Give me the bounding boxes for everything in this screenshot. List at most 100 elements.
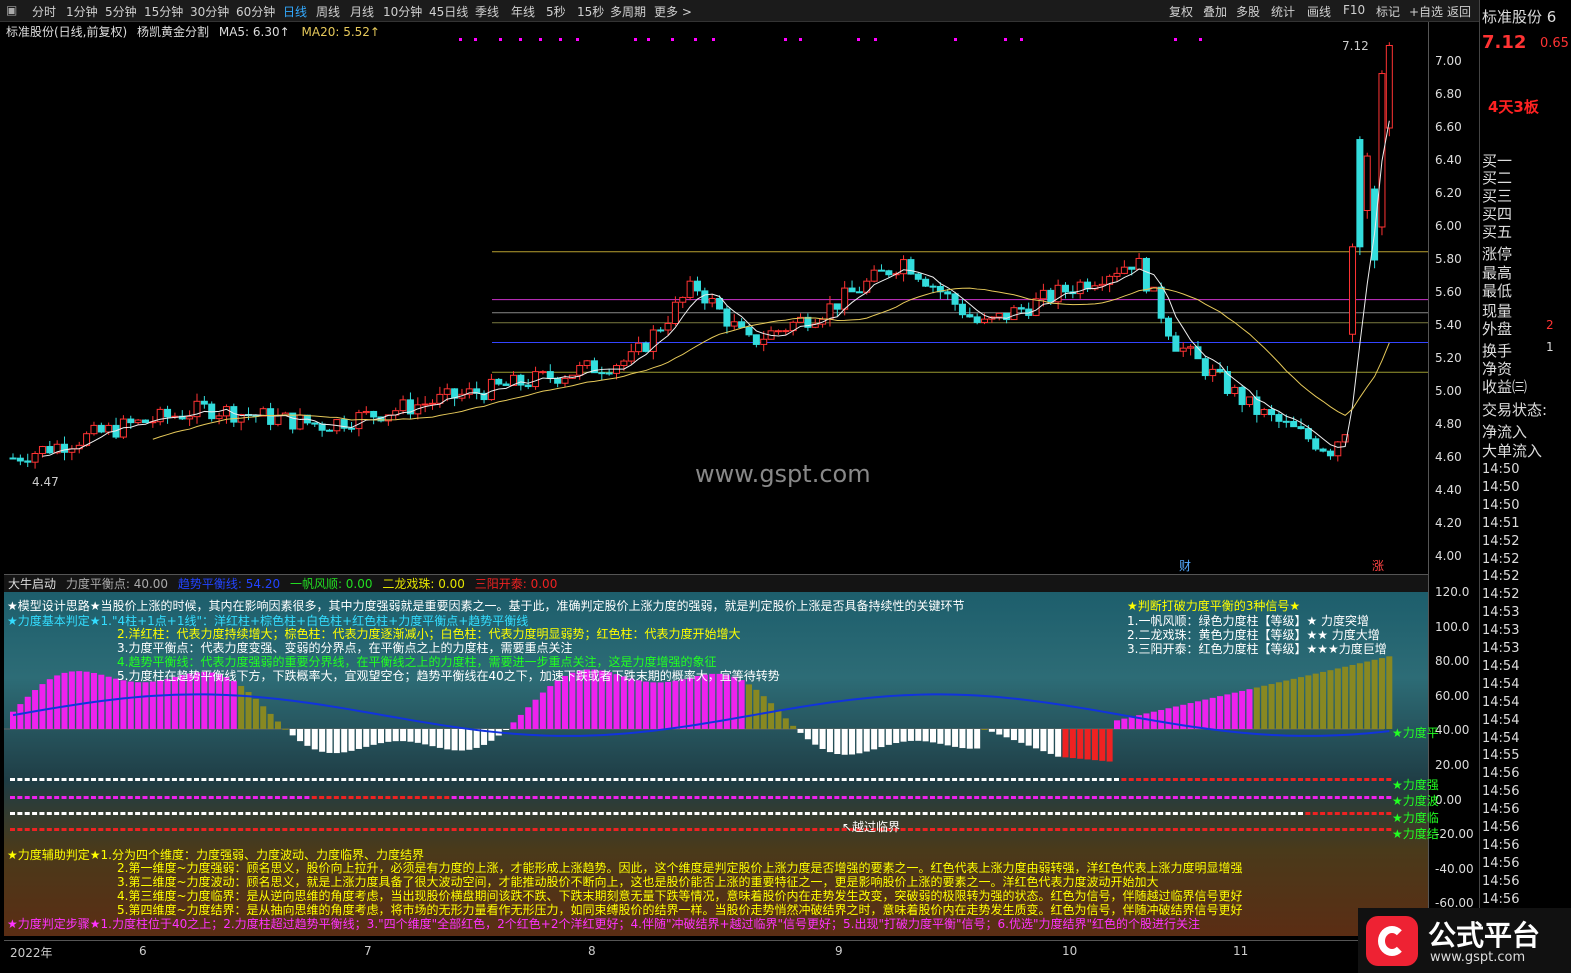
period-tab[interactable]: 年线	[511, 3, 535, 20]
dimension-dot	[981, 812, 987, 815]
indicator-panel[interactable]: ★模型设计思路★当股价上涨的时候，其内在影响因素很多，其中力度强弱就是重要因素之…	[4, 592, 1439, 936]
dimension-dot	[1312, 828, 1318, 831]
period-tab[interactable]: 周线	[316, 3, 340, 20]
tool-button[interactable]: F10	[1343, 3, 1365, 17]
dimension-dot	[120, 812, 126, 815]
signal-3: 3.三阳开泰：红色力度柱【等级】★★★力度巨增	[1127, 642, 1387, 656]
tool-button[interactable]: 统计	[1271, 3, 1295, 20]
strength-bar	[1378, 658, 1385, 729]
tool-button[interactable]: 复权	[1169, 3, 1193, 20]
strength-bar	[171, 676, 178, 729]
tool-button[interactable]: 标记	[1376, 3, 1400, 20]
strength-bar	[1091, 729, 1098, 761]
strength-bar	[378, 729, 384, 744]
period-tab[interactable]: 月线	[350, 3, 374, 20]
dimension-dot	[1180, 828, 1186, 831]
dimension-dot	[1062, 828, 1068, 831]
candle-body	[885, 270, 893, 276]
period-tab[interactable]: 更多 >	[654, 3, 692, 20]
signal-dot	[634, 38, 637, 41]
dimension-dot	[392, 828, 398, 831]
window-menu-icon[interactable]: ▣	[6, 3, 17, 17]
dimension-dot	[1025, 812, 1031, 815]
tool-button[interactable]: 多股	[1236, 3, 1260, 20]
dimension-dot	[1378, 796, 1384, 799]
indicator-tick: 0.00	[1435, 792, 1462, 807]
candle-body	[318, 423, 326, 431]
period-tab[interactable]: 分时	[32, 3, 56, 20]
candle-body	[554, 377, 562, 384]
period-tab[interactable]: 多周期	[610, 3, 646, 20]
dimension-dot	[1342, 778, 1348, 781]
dimension-dot	[1003, 812, 1009, 815]
strength-bar	[135, 682, 142, 729]
dimension-dot	[407, 828, 413, 831]
dimension-dot	[1062, 778, 1068, 781]
price-tick: 4.20	[1435, 516, 1462, 530]
dimension-dot	[547, 828, 553, 831]
candle-body	[1356, 139, 1364, 248]
period-tab[interactable]: 5分钟	[105, 3, 137, 20]
period-tab[interactable]: 15秒	[577, 3, 604, 20]
dimension-dot	[149, 796, 155, 799]
dimension-dot	[1069, 796, 1075, 799]
period-tab[interactable]: 5秒	[546, 3, 566, 20]
dimension-dot	[812, 812, 818, 815]
dimension-dot	[230, 812, 236, 815]
dimension-dot	[149, 778, 155, 781]
period-tab[interactable]: 60分钟	[236, 3, 275, 20]
dimension-dot	[1128, 778, 1134, 781]
tool-button[interactable]: 返回	[1447, 3, 1471, 20]
dimension-dot	[532, 778, 538, 781]
indicator-name[interactable]: 大牛启动	[8, 577, 56, 591]
dimension-dot	[974, 796, 980, 799]
high-price-label: 7.12	[1342, 39, 1369, 53]
dimension-dot	[179, 812, 185, 815]
main-kline-chart[interactable]: 7.12 4.47 财 涨	[4, 22, 1428, 573]
dimension-dot	[363, 812, 369, 815]
dimension-dot	[532, 828, 538, 831]
dimension-dot	[1106, 796, 1112, 799]
strength-bar	[46, 679, 53, 729]
tool-button[interactable]: 画线	[1307, 3, 1331, 20]
price-tick: 5.20	[1435, 351, 1462, 365]
logo-text: 公式平台	[1428, 919, 1541, 952]
dimension-dot	[569, 812, 575, 815]
dimension-dot	[679, 812, 685, 815]
period-tab[interactable]: 日线	[283, 3, 307, 20]
dimension-dot	[1378, 828, 1384, 831]
dimension-dot	[429, 796, 435, 799]
dimension-dot	[1033, 796, 1039, 799]
period-tab[interactable]: 10分钟	[383, 3, 422, 20]
period-tab[interactable]: 30分钟	[190, 3, 229, 20]
dimension-dot	[1143, 828, 1149, 831]
formula-name[interactable]: 杨凯黄金分割	[137, 25, 209, 39]
tick-time: 14:54	[1482, 712, 1520, 728]
tool-button[interactable]: +自选	[1409, 3, 1443, 20]
limit-up-marker: 涨	[1372, 558, 1384, 572]
strength-bar	[127, 681, 134, 729]
dimension-dot	[481, 778, 487, 781]
tool-button[interactable]: 叠加	[1203, 3, 1227, 20]
period-tab[interactable]: 45日线	[429, 3, 468, 20]
quote-row-label: 外盘	[1482, 320, 1513, 338]
dimension-dot	[657, 828, 663, 831]
dimension-dot	[665, 778, 671, 781]
dimension-dot	[687, 778, 693, 781]
dimension-dot	[819, 778, 825, 781]
strength-bar	[1386, 656, 1393, 729]
strength-bar	[635, 680, 642, 729]
dimension-dot	[105, 812, 111, 815]
candle-body	[1135, 257, 1143, 270]
period-tab[interactable]: 季线	[475, 3, 499, 20]
period-tab[interactable]: 1分钟	[66, 3, 98, 20]
signal-dot	[559, 38, 562, 41]
candle-body	[1290, 420, 1298, 428]
dimension-dot	[974, 812, 980, 815]
dimension-dot	[503, 778, 509, 781]
period-tab[interactable]: 15分钟	[144, 3, 183, 20]
dimension-dot	[54, 778, 60, 781]
dimension-dot	[1121, 778, 1127, 781]
dimension-dot	[930, 778, 935, 781]
dimension-dot	[223, 778, 229, 781]
